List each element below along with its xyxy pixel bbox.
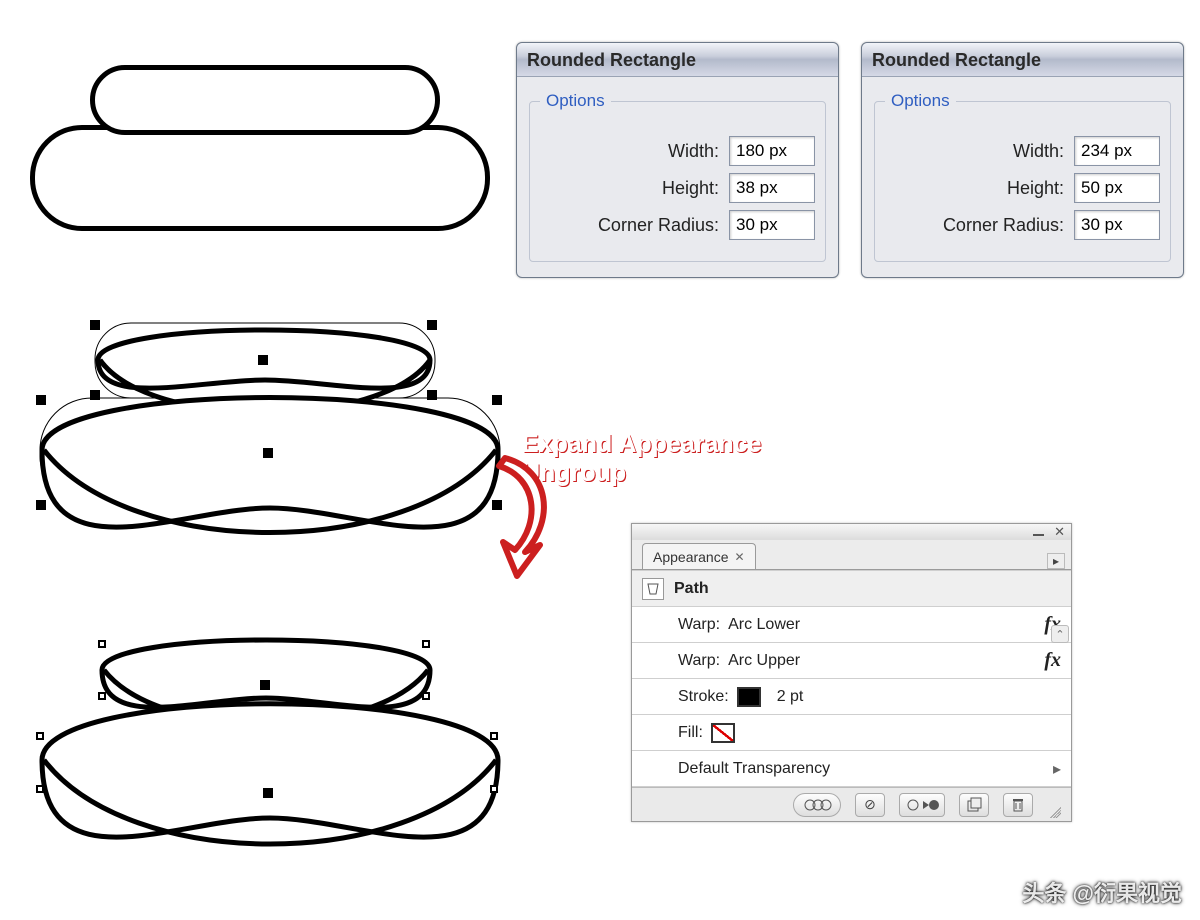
fx-icon[interactable]: fx [1044,649,1061,672]
appearance-row-warp-lower[interactable]: Warp: Arc Lower fx [632,607,1071,643]
fill-swatch-icon[interactable] [711,723,735,743]
path-thumbnail-icon [642,578,664,600]
watermark: 头条 @衍果视觉 [1022,876,1182,908]
rounded-rectangle-dialog-1: Rounded Rectangle Options Width: Height:… [516,42,839,278]
appearance-panel: ✕ Appearance ✕ ▸ ⌃ Path Warp: Arc Lower … [631,523,1072,822]
reduce-basic-button[interactable] [899,793,945,817]
duplicate-item-button[interactable] [959,793,989,817]
rounded-rect-small [90,65,440,135]
corner-radius-label: Corner Radius: [540,215,719,236]
illustration-warped-expanded [30,620,550,894]
tab-appearance[interactable]: Appearance ✕ [642,543,756,569]
new-art-basic-button[interactable] [793,793,841,817]
panel-menu-icon[interactable]: ▸ [1047,553,1065,569]
target-label: Path [674,580,709,598]
options-fieldset: Options Width: Height: Corner Radius: [529,91,826,262]
width-input[interactable] [1074,136,1160,166]
tab-label: Appearance [653,544,729,570]
height-input[interactable] [1074,173,1160,203]
close-icon[interactable]: ✕ [1054,524,1065,540]
options-legend: Options [540,91,611,111]
corner-radius-label: Corner Radius: [885,215,1064,236]
resize-grip-icon[interactable] [1047,804,1061,818]
delete-item-button[interactable] [1003,793,1033,817]
stroke-swatch-icon[interactable] [737,687,761,707]
rounded-rect-large [30,125,490,231]
height-label: Height: [540,178,719,199]
height-label: Height: [885,178,1064,199]
appearance-row-stroke[interactable]: Stroke: 2 pt [632,679,1071,715]
height-input[interactable] [729,173,815,203]
dialog-title: Rounded Rectangle [862,43,1183,77]
minimize-icon[interactable] [1033,534,1044,536]
corner-radius-input[interactable] [1074,210,1160,240]
width-input[interactable] [729,136,815,166]
appearance-row-transparency[interactable]: Default Transparency ▸ [632,751,1071,787]
arrow-icon [455,450,575,580]
clear-appearance-button[interactable]: ⊘ [855,793,885,817]
width-label: Width: [885,141,1064,162]
options-fieldset: Options Width: Height: Corner Radius: [874,91,1171,262]
appearance-row-fill[interactable]: Fill: [632,715,1071,751]
corner-radius-input[interactable] [729,210,815,240]
scroll-up-icon[interactable]: ⌃ [1051,625,1069,643]
chevron-right-icon: ▸ [1053,759,1061,779]
appearance-target-row[interactable]: Path [632,571,1071,607]
appearance-row-warp-upper[interactable]: Warp: Arc Upper fx [632,643,1071,679]
rounded-rectangle-dialog-2: Rounded Rectangle Options Width: Height:… [861,42,1184,278]
tab-close-icon[interactable]: ✕ [735,544,745,570]
dialog-title: Rounded Rectangle [517,43,838,77]
options-legend: Options [885,91,956,111]
width-label: Width: [540,141,719,162]
